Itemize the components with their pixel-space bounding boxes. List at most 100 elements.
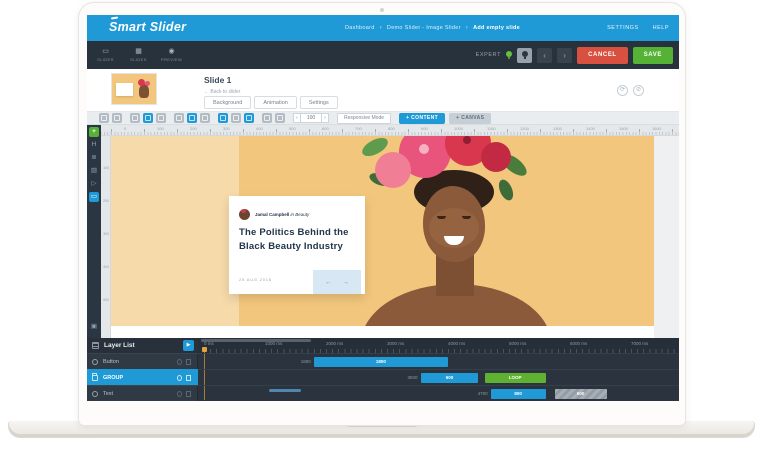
breadcrumb-item[interactable]: Add empty slide <box>473 25 520 31</box>
zoom-in-button[interactable]: › <box>321 113 329 123</box>
ruler-label: 1300 <box>553 126 562 131</box>
slide-info-bar: Slide 1 ← Back to slider Background Anima… <box>87 69 679 112</box>
cancel-button[interactable]: CANCEL <box>577 46 628 64</box>
back-to-slider-link[interactable]: ← Back to slider <box>204 89 240 95</box>
card-layer[interactable]: Jamal Campbell in Beauty The Politics Be… <box>229 196 365 294</box>
add-content-button[interactable]: + CONTENT <box>399 112 446 124</box>
undo-button[interactable]: ‹ <box>537 47 553 63</box>
guides-icon[interactable] <box>231 113 241 123</box>
tablet-icon[interactable] <box>143 113 153 123</box>
responsive-mode-button[interactable]: Responsive Mode <box>337 112 392 124</box>
visibility-icon[interactable] <box>262 113 272 123</box>
animation-bar-blue[interactable]: 1800 <box>313 357 448 367</box>
slide-bottom-strip <box>111 326 654 338</box>
laptop-mockup: Smart Slider Dashboard › Demo Slider - Ima… <box>0 0 763 449</box>
horizontal-ruler: 0 100 200 300 400 500 600 700 800 900 1000 1100 1200… <box>101 125 679 136</box>
delete-layer-icon[interactable] <box>186 359 191 365</box>
redo-icon[interactable] <box>112 113 122 123</box>
play-animations-button[interactable]: ▶ <box>183 340 194 351</box>
tab-animation[interactable]: Animation <box>254 96 297 109</box>
tab-settings[interactable]: Settings <box>299 96 338 109</box>
app-logo[interactable]: Smart Slider <box>109 16 186 34</box>
editor-toolbar-right: EXPERT ‹ › CANCEL SAVE <box>476 41 673 69</box>
ruler-label: 200 <box>103 199 109 203</box>
expert-label: EXPERT <box>475 52 502 58</box>
delay-value[interactable]: 4700 <box>458 389 488 399</box>
mobile-icon[interactable] <box>156 113 166 123</box>
save-button[interactable]: SAVE <box>632 46 673 64</box>
settings-gear-icon[interactable] <box>275 113 285 123</box>
slide-background[interactable] <box>111 136 654 326</box>
delay-value[interactable]: 3500 <box>388 373 418 383</box>
timeline-row: 3500 600 LOOP <box>198 369 679 385</box>
eye-icon[interactable] <box>92 391 98 397</box>
slide-canvas[interactable]: Jamal Campbell in Beauty The Politics Be… <box>111 136 679 338</box>
folder-icon[interactable] <box>92 373 98 381</box>
link-layer-icon[interactable] <box>177 359 182 365</box>
canvas-toolbar-icons <box>99 113 288 123</box>
ruler-label: 1200 <box>520 126 529 131</box>
undo-icon[interactable] <box>99 113 109 123</box>
timeline-scrollbar-horizontal[interactable] <box>269 389 301 392</box>
delete-layer-icon[interactable] <box>186 375 191 381</box>
tab-background[interactable]: Background <box>204 96 252 109</box>
timeline-tick-label: 4000 ms <box>448 341 466 346</box>
align-right-icon[interactable] <box>200 113 210 123</box>
preview-button[interactable]: ◉ PREVIEW <box>155 41 188 69</box>
zoom-value[interactable]: 100 <box>301 113 321 123</box>
snap-grid-icon[interactable] <box>218 113 228 123</box>
ruler-label: 900 <box>421 126 428 131</box>
timeline-scrollbar-top[interactable] <box>201 339 311 342</box>
layer-row[interactable]: GROUP <box>87 369 198 385</box>
desktop-icon[interactable] <box>130 113 140 123</box>
thumbnail-flower <box>138 79 145 86</box>
redo-button[interactable]: › <box>557 47 573 63</box>
button-layer-button[interactable]: ▭ <box>89 192 99 202</box>
next-arrow-button[interactable]: → <box>342 279 349 286</box>
layer-row[interactable]: Button <box>87 353 198 369</box>
heading-layer-button[interactable]: H <box>89 140 99 150</box>
lightbulb-icon <box>521 51 528 59</box>
animation-bar-blue[interactable]: 800 <box>490 389 546 399</box>
slide-title: Slide 1 <box>204 75 232 85</box>
timeline-row: 4700 800 600 <box>198 385 679 401</box>
eye-icon[interactable] <box>92 359 98 365</box>
video-layer-button[interactable]: ▷ <box>89 179 99 189</box>
breadcrumb-item[interactable]: Demo Slider - Image Slider <box>387 25 461 31</box>
ruler-label: 300 <box>103 232 109 236</box>
align-left-icon[interactable] <box>174 113 184 123</box>
align-center-icon[interactable] <box>187 113 197 123</box>
slide-remove-icon[interactable]: ⊘ <box>633 85 644 96</box>
animation-bar-grey[interactable]: 600 <box>554 389 607 399</box>
link-layer-icon[interactable] <box>177 391 182 397</box>
timeline-header: 0 ms 1000 ms 2000 ms 3000 ms 4000 ms 5000 ms 6… <box>198 338 679 353</box>
add-canvas-button[interactable]: + CANVAS <box>449 112 492 124</box>
slider-button[interactable]: ▭ SLIDER <box>89 41 122 69</box>
layer-list-icon[interactable] <box>244 113 254 123</box>
layer-add-sidebar: + H ≣ ▨ ▷ ▭ ▣ <box>87 125 101 338</box>
layer-row[interactable]: Text <box>87 385 198 401</box>
delete-layer-icon[interactable] <box>186 391 191 397</box>
slides-button[interactable]: ▦ SLIDES <box>122 41 155 69</box>
image-layer-button[interactable]: ▨ <box>89 166 99 176</box>
ruler-label: 1600 <box>652 126 661 131</box>
prev-arrow-button[interactable]: ← <box>325 279 332 286</box>
slide-thumbnail[interactable] <box>111 73 157 105</box>
device-preview-button[interactable]: ▣ <box>89 322 99 332</box>
add-layer-button[interactable]: + <box>89 127 99 137</box>
timeline-tick-label: 1000 ms <box>265 341 283 346</box>
timeline-tick-label: 7000 ms <box>631 341 649 346</box>
expert-toggle-lightbulb-icon[interactable] <box>506 51 513 59</box>
delay-value[interactable]: 1800 <box>281 357 311 367</box>
text-layer-button[interactable]: ≣ <box>89 153 99 163</box>
animation-bar-blue[interactable]: 600 <box>420 373 479 383</box>
thumbnail-model <box>139 84 149 98</box>
help-link[interactable]: HELP <box>653 25 669 31</box>
link-layer-icon[interactable] <box>177 375 182 381</box>
hint-button[interactable] <box>517 47 533 63</box>
slide-refresh-icon[interactable]: ⟳ <box>617 85 628 96</box>
settings-link[interactable]: SETTINGS <box>607 25 639 31</box>
breadcrumb-item[interactable]: Dashboard <box>345 25 375 31</box>
animation-bar-green[interactable]: LOOP <box>484 373 546 383</box>
zoom-out-button[interactable]: ‹ <box>293 113 301 123</box>
